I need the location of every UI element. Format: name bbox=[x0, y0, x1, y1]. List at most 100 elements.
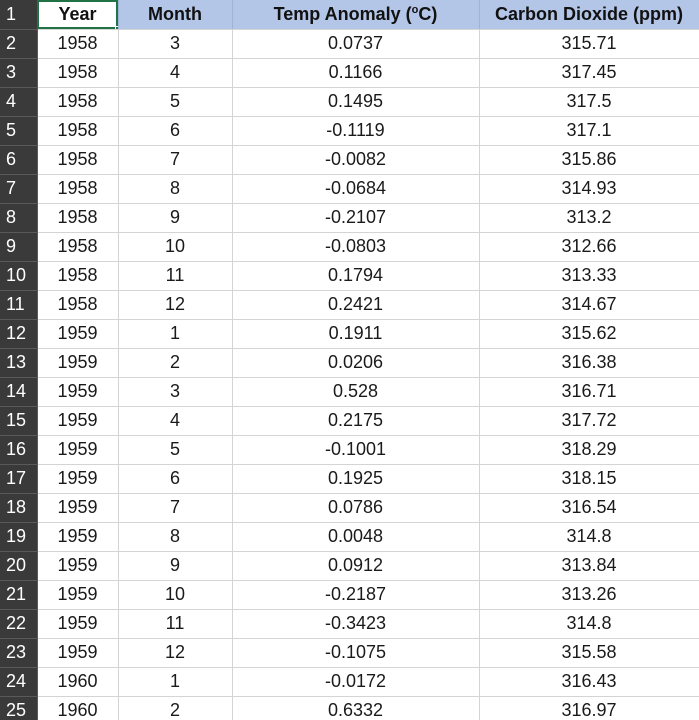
cell-temp-anomaly[interactable]: 0.1166 bbox=[232, 58, 480, 88]
row-number[interactable]: 24 bbox=[0, 667, 38, 697]
cell-carbon-dioxide[interactable]: 317.5 bbox=[479, 87, 699, 117]
cell-month[interactable]: 11 bbox=[118, 261, 233, 291]
cell-month[interactable]: 6 bbox=[118, 116, 233, 146]
cell-month[interactable]: 9 bbox=[118, 203, 233, 233]
cell-temp-anomaly[interactable]: 0.2421 bbox=[232, 290, 480, 320]
row-number[interactable]: 19 bbox=[0, 522, 38, 552]
row-number[interactable]: 4 bbox=[0, 87, 38, 117]
cell-carbon-dioxide[interactable]: 317.45 bbox=[479, 58, 699, 88]
cell-year[interactable]: 1958 bbox=[37, 29, 119, 59]
cell-month[interactable]: 4 bbox=[118, 58, 233, 88]
cell-carbon-dioxide[interactable]: 316.38 bbox=[479, 348, 699, 378]
cell-year[interactable]: 1958 bbox=[37, 116, 119, 146]
cell-carbon-dioxide[interactable]: 316.54 bbox=[479, 493, 699, 523]
cell-carbon-dioxide[interactable]: 315.86 bbox=[479, 145, 699, 175]
row-number[interactable]: 16 bbox=[0, 435, 38, 465]
cell-temp-anomaly[interactable]: 0.0786 bbox=[232, 493, 480, 523]
cell-temp-anomaly[interactable]: -0.3423 bbox=[232, 609, 480, 639]
cell-carbon-dioxide[interactable]: 317.1 bbox=[479, 116, 699, 146]
cell-month[interactable]: 5 bbox=[118, 435, 233, 465]
cell-month[interactable]: 4 bbox=[118, 406, 233, 436]
cell-year[interactable]: 1960 bbox=[37, 696, 119, 720]
row-number[interactable]: 20 bbox=[0, 551, 38, 581]
cell-temp-anomaly[interactable]: -0.1075 bbox=[232, 638, 480, 668]
cell-month[interactable]: 8 bbox=[118, 174, 233, 204]
cell-year[interactable]: 1959 bbox=[37, 609, 119, 639]
cell-temp-anomaly[interactable]: 0.1495 bbox=[232, 87, 480, 117]
cell-carbon-dioxide[interactable]: 314.93 bbox=[479, 174, 699, 204]
cell-temp-anomaly[interactable]: 0.1925 bbox=[232, 464, 480, 494]
row-number[interactable]: 8 bbox=[0, 203, 38, 233]
cell-carbon-dioxide[interactable]: 313.84 bbox=[479, 551, 699, 581]
cell-temp-anomaly[interactable]: 0.0737 bbox=[232, 29, 480, 59]
cell-carbon-dioxide[interactable]: 314.8 bbox=[479, 609, 699, 639]
cell-year[interactable]: 1959 bbox=[37, 319, 119, 349]
cell-month[interactable]: 10 bbox=[118, 580, 233, 610]
cell-year[interactable]: 1958 bbox=[37, 145, 119, 175]
cell-temp-anomaly[interactable]: 0.6332 bbox=[232, 696, 480, 720]
cell-carbon-dioxide[interactable]: 316.97 bbox=[479, 696, 699, 720]
row-number[interactable]: 3 bbox=[0, 58, 38, 88]
cell-carbon-dioxide[interactable]: 313.2 bbox=[479, 203, 699, 233]
cell-month[interactable]: 10 bbox=[118, 232, 233, 262]
row-number[interactable]: 15 bbox=[0, 406, 38, 436]
cell-temp-anomaly[interactable]: -0.0684 bbox=[232, 174, 480, 204]
cell-temp-anomaly[interactable]: 0.528 bbox=[232, 377, 480, 407]
cell-year[interactable]: 1959 bbox=[37, 551, 119, 581]
cell-temp-anomaly[interactable]: 0.1911 bbox=[232, 319, 480, 349]
cell-year[interactable]: 1958 bbox=[37, 203, 119, 233]
row-number[interactable]: 11 bbox=[0, 290, 38, 320]
row-number[interactable]: 21 bbox=[0, 580, 38, 610]
cell-carbon-dioxide[interactable]: 317.72 bbox=[479, 406, 699, 436]
cell-carbon-dioxide[interactable]: 318.15 bbox=[479, 464, 699, 494]
row-number[interactable]: 5 bbox=[0, 116, 38, 146]
cell-temp-anomaly[interactable]: -0.2107 bbox=[232, 203, 480, 233]
cell-carbon-dioxide[interactable]: 316.43 bbox=[479, 667, 699, 697]
cell-temp-anomaly[interactable]: -0.1119 bbox=[232, 116, 480, 146]
cell-month[interactable]: 7 bbox=[118, 493, 233, 523]
cell-month[interactable]: 1 bbox=[118, 667, 233, 697]
cell-month[interactable]: 9 bbox=[118, 551, 233, 581]
header-cell-month[interactable]: Month bbox=[118, 0, 233, 30]
cell-carbon-dioxide[interactable]: 312.66 bbox=[479, 232, 699, 262]
cell-carbon-dioxide[interactable]: 315.58 bbox=[479, 638, 699, 668]
row-number[interactable]: 22 bbox=[0, 609, 38, 639]
cell-carbon-dioxide[interactable]: 314.8 bbox=[479, 522, 699, 552]
cell-year[interactable]: 1958 bbox=[37, 58, 119, 88]
cell-year[interactable]: 1959 bbox=[37, 522, 119, 552]
header-cell-year[interactable]: Year bbox=[37, 0, 119, 30]
row-number[interactable]: 7 bbox=[0, 174, 38, 204]
cell-month[interactable]: 11 bbox=[118, 609, 233, 639]
cell-month[interactable]: 3 bbox=[118, 29, 233, 59]
row-number[interactable]: 6 bbox=[0, 145, 38, 175]
cell-temp-anomaly[interactable]: -0.2187 bbox=[232, 580, 480, 610]
row-number[interactable]: 12 bbox=[0, 319, 38, 349]
cell-month[interactable]: 2 bbox=[118, 696, 233, 720]
row-number[interactable]: 14 bbox=[0, 377, 38, 407]
row-number[interactable]: 17 bbox=[0, 464, 38, 494]
cell-temp-anomaly[interactable]: -0.0082 bbox=[232, 145, 480, 175]
row-number[interactable]: 10 bbox=[0, 261, 38, 291]
cell-month[interactable]: 2 bbox=[118, 348, 233, 378]
cell-month[interactable]: 1 bbox=[118, 319, 233, 349]
header-cell-temp-anomaly[interactable]: Temp Anomaly (oC) bbox=[232, 0, 480, 30]
cell-year[interactable]: 1958 bbox=[37, 261, 119, 291]
cell-month[interactable]: 6 bbox=[118, 464, 233, 494]
row-number[interactable]: 25 bbox=[0, 696, 38, 720]
cell-carbon-dioxide[interactable]: 316.71 bbox=[479, 377, 699, 407]
row-number[interactable]: 1 bbox=[0, 0, 38, 30]
cell-carbon-dioxide[interactable]: 313.26 bbox=[479, 580, 699, 610]
cell-temp-anomaly[interactable]: -0.0172 bbox=[232, 667, 480, 697]
row-number[interactable]: 2 bbox=[0, 29, 38, 59]
cell-temp-anomaly[interactable]: -0.0803 bbox=[232, 232, 480, 262]
cell-month[interactable]: 12 bbox=[118, 290, 233, 320]
cell-year[interactable]: 1958 bbox=[37, 290, 119, 320]
cell-carbon-dioxide[interactable]: 318.29 bbox=[479, 435, 699, 465]
cell-year[interactable]: 1959 bbox=[37, 377, 119, 407]
cell-year[interactable]: 1959 bbox=[37, 435, 119, 465]
cell-month[interactable]: 8 bbox=[118, 522, 233, 552]
cell-carbon-dioxide[interactable]: 314.67 bbox=[479, 290, 699, 320]
cell-year[interactable]: 1959 bbox=[37, 580, 119, 610]
cell-month[interactable]: 5 bbox=[118, 87, 233, 117]
cell-year[interactable]: 1960 bbox=[37, 667, 119, 697]
